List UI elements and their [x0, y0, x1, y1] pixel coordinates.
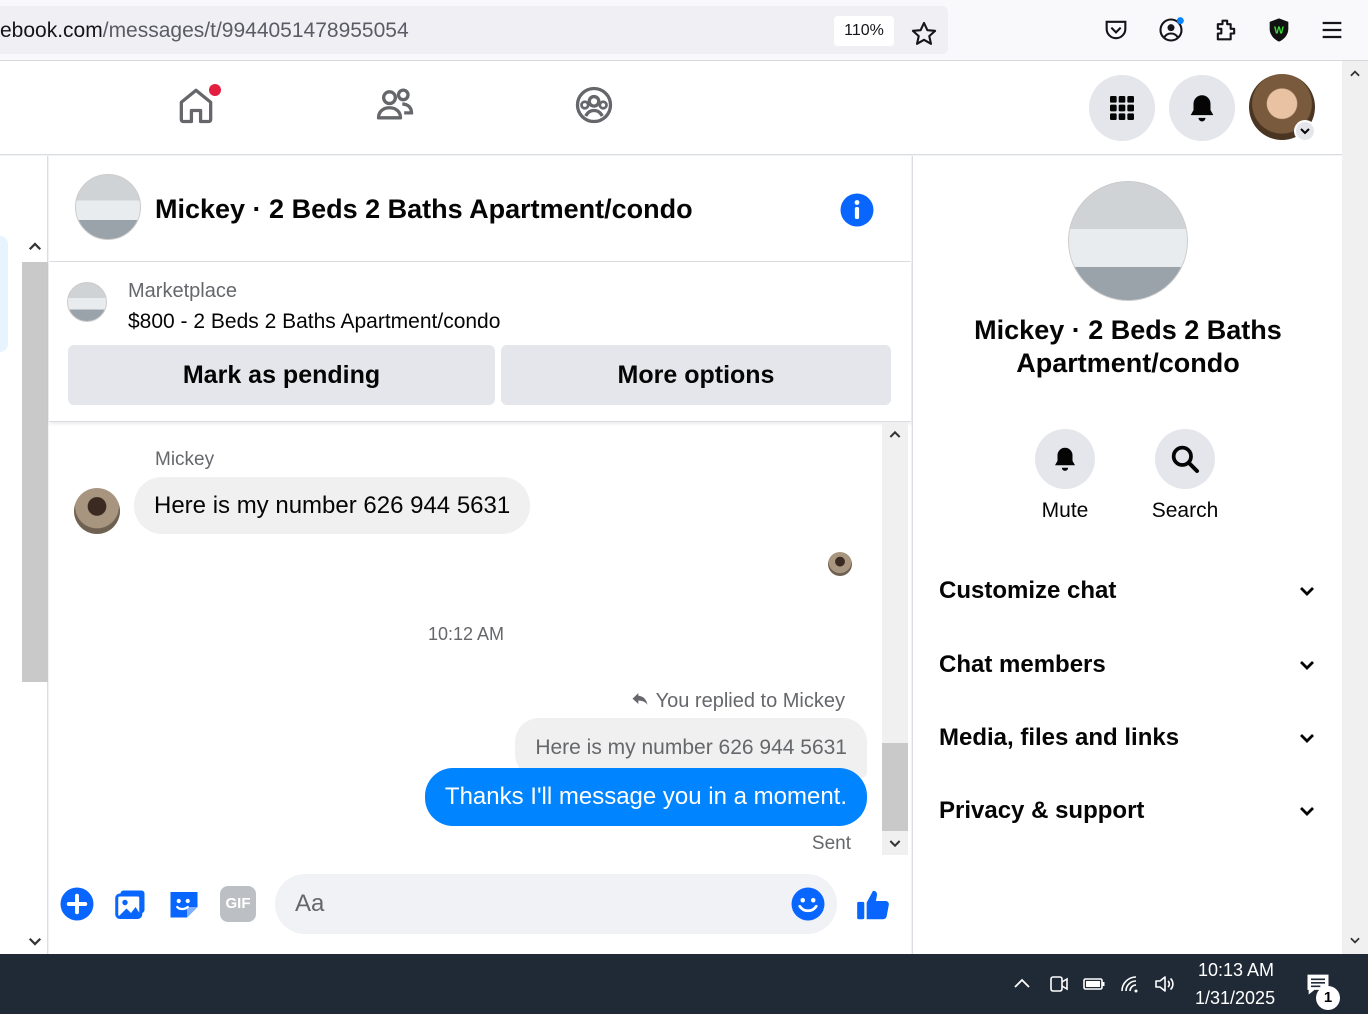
reply-label: You replied to Mickey [655, 690, 845, 712]
selected-chat-indicator [0, 236, 8, 352]
scroll-down-icon[interactable] [887, 835, 903, 851]
chevron-down-icon [1300, 807, 1314, 816]
groups-icon[interactable] [572, 83, 616, 127]
section-label: Privacy & support [939, 797, 1145, 824]
pocket-icon[interactable] [1102, 16, 1130, 44]
wifi-icon[interactable] [1119, 972, 1143, 996]
bell-icon [1190, 95, 1214, 122]
sender-name: Mickey [155, 449, 215, 470]
gif-icon[interactable]: GIF [220, 886, 256, 922]
chevron-down-icon [1300, 661, 1314, 670]
account-caret[interactable] [1294, 120, 1316, 142]
account-icon[interactable] [1157, 16, 1185, 44]
media-files-links-section[interactable]: Media, files and links [939, 718, 1319, 758]
thumbs-up-icon[interactable] [854, 886, 892, 924]
scroll-up-icon[interactable] [26, 238, 44, 256]
browser-toolbar: ebook.com/messages/t/9944051478955054 11… [0, 0, 1368, 61]
chevron-down-icon [1300, 128, 1310, 135]
friends-icon[interactable] [373, 83, 417, 127]
notifications-button[interactable] [1169, 75, 1235, 141]
photo-icon[interactable] [113, 886, 149, 922]
listing-title[interactable]: $800 - 2 Beds 2 Baths Apartment/condo [128, 310, 500, 334]
show-hidden-icons-icon[interactable] [1010, 972, 1034, 996]
chat-header: Mickey · 2 Beds 2 Baths Apartment/condo [49, 156, 911, 262]
message-input-placeholder: Aa [295, 890, 325, 917]
section-label: Customize chat [939, 577, 1117, 604]
bell-icon [1055, 447, 1075, 471]
grid-menu-icon [1110, 96, 1134, 120]
shield-extension-icon[interactable]: W [1265, 16, 1293, 44]
chat-avatar[interactable] [75, 174, 141, 240]
incoming-message[interactable]: Here is my number 626 944 5631 [134, 477, 531, 534]
zoom-level[interactable]: 110% [834, 16, 894, 46]
volume-icon[interactable] [1153, 972, 1177, 996]
section-label: Media, files and links [939, 724, 1180, 751]
chat-details-title-line1: Mickey · 2 Beds 2 Baths [974, 315, 1282, 345]
bookmark-star-icon[interactable] [910, 20, 938, 48]
search-label: Search [1151, 499, 1219, 522]
outgoing-message[interactable]: Thanks I'll message you in a moment. [424, 768, 867, 826]
battery-icon[interactable] [1082, 972, 1106, 996]
menu-button[interactable] [1089, 75, 1155, 141]
svg-text:W: W [1274, 25, 1284, 37]
seen-indicator-avatar [828, 552, 852, 576]
scroll-down-icon[interactable] [1348, 933, 1362, 947]
mute-label: Mute [1041, 499, 1089, 522]
url-bar[interactable]: ebook.com/messages/t/9944051478955054 11… [0, 6, 948, 54]
menu-hamburger-icon[interactable] [1318, 16, 1346, 44]
meet-now-icon[interactable] [1047, 972, 1071, 996]
sender-avatar[interactable] [74, 488, 120, 534]
customize-chat-section[interactable]: Customize chat [939, 571, 1319, 611]
url-text: ebook.com/messages/t/9944051478955054 [0, 19, 409, 42]
chevron-down-icon [1300, 587, 1314, 596]
page-scrollbar[interactable] [1342, 61, 1368, 954]
chat-details-avatar[interactable] [1068, 181, 1188, 301]
chevron-down-icon [1300, 734, 1314, 743]
chat-panel: Mickey · 2 Beds 2 Baths Apartment/condo … [49, 156, 911, 954]
marketplace-label: Marketplace [128, 280, 237, 302]
windows-taskbar: 10:13 AM 1/31/2025 1 [0, 954, 1368, 1014]
marketplace-banner: Marketplace $800 - 2 Beds 2 Baths Apartm… [49, 262, 911, 422]
listing-thumbnail[interactable] [67, 282, 107, 322]
plus-icon[interactable] [59, 886, 95, 922]
section-label: Chat members [939, 651, 1106, 678]
scroll-up-icon[interactable] [887, 427, 903, 443]
reply-arrow-icon [632, 693, 648, 705]
emoji-icon[interactable] [790, 886, 826, 922]
privacy-support-section[interactable]: Privacy & support [939, 791, 1319, 831]
notification-dot [209, 84, 221, 96]
mute-button[interactable] [1035, 429, 1095, 489]
chat-details-sidebar: Mickey · 2 Beds 2 Baths Apartment/condo … [912, 156, 1342, 954]
message-thread: Mickey Here is my number 626 944 5631 10… [49, 423, 883, 855]
message-input[interactable]: Aa [275, 874, 837, 934]
chat-list-scrollbar[interactable] [22, 262, 48, 682]
sticker-icon[interactable] [166, 886, 202, 922]
search-button[interactable] [1155, 429, 1215, 489]
chat-details-title-line2: Apartment/condo [1016, 348, 1240, 378]
notification-count-badge: 1 [1316, 986, 1340, 1010]
chat-members-section[interactable]: Chat members [939, 645, 1319, 685]
taskbar-date[interactable]: 1/31/2025 [1195, 988, 1275, 1009]
mark-pending-button[interactable]: Mark as pending [68, 345, 495, 405]
taskbar-time[interactable]: 10:13 AM [1198, 960, 1274, 981]
message-composer: GIF Aa [49, 868, 911, 948]
thread-scroll-thumb[interactable] [882, 743, 908, 831]
chat-details-title: Mickey · 2 Beds 2 Baths Apartment/condo [913, 314, 1343, 380]
search-icon [1171, 445, 1199, 473]
more-options-button[interactable]: More options [501, 345, 891, 405]
info-icon[interactable] [839, 192, 875, 228]
reply-indicator: You replied to Mickey [630, 689, 845, 713]
chat-title[interactable]: Mickey · 2 Beds 2 Baths Apartment/condo [155, 194, 693, 225]
thread-scrollbar[interactable] [882, 423, 908, 855]
extensions-icon[interactable] [1212, 16, 1240, 44]
scroll-up-icon[interactable] [1348, 67, 1362, 81]
message-status: Sent [811, 833, 851, 854]
scroll-down-icon[interactable] [26, 932, 44, 950]
message-timestamp: 10:12 AM [427, 624, 505, 644]
